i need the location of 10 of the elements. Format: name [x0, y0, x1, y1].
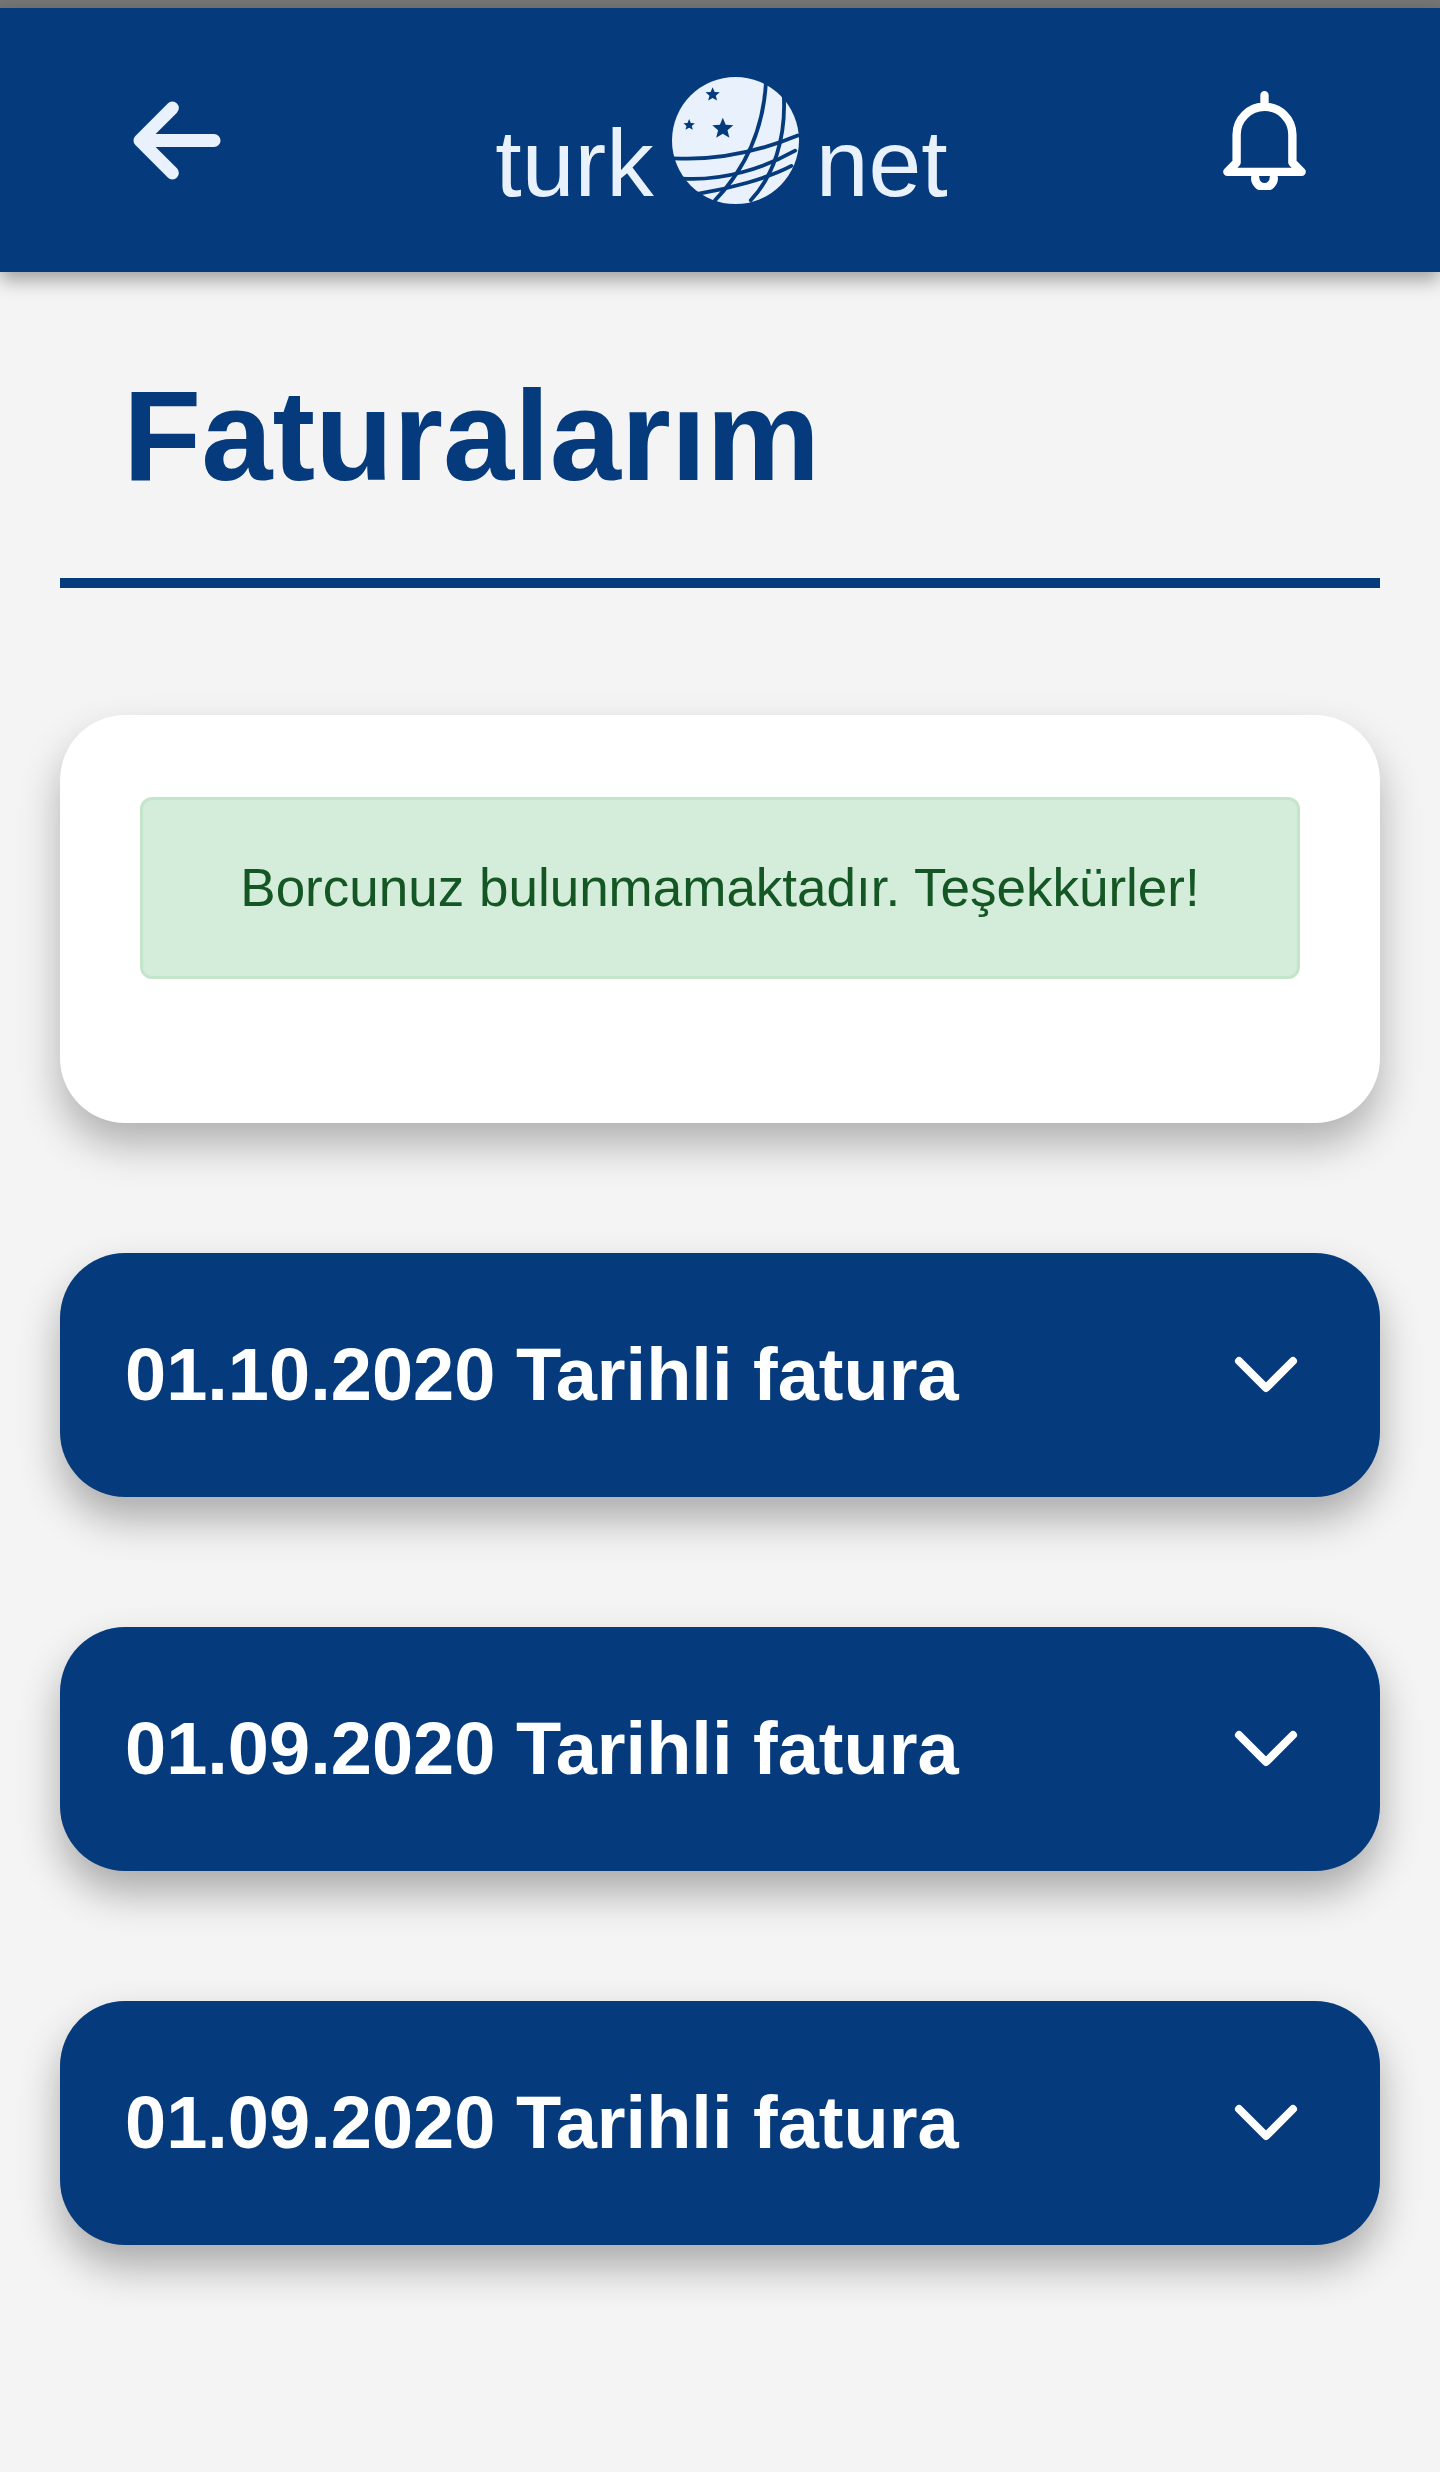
globe-icon — [671, 76, 799, 204]
page-title: Faturalarım — [123, 363, 821, 509]
logo-text: net — [815, 115, 948, 211]
bell-icon[interactable] — [1222, 90, 1307, 190]
success-message: Borcunuz bulunmamaktadır. Teşekkürler! — [140, 796, 1300, 979]
invoice-accordion-button[interactable]: 01.09.2020 Tarihli fatura — [60, 1626, 1380, 1871]
invoice-accordion-button[interactable]: 01.09.2020 Tarihli fatura — [60, 2000, 1380, 2245]
invoice-accordion-button[interactable]: 01.10.2020 Tarihli fatura — [60, 1252, 1380, 1497]
logo-text: turk — [495, 115, 654, 211]
back-arrow-icon[interactable] — [133, 100, 221, 180]
